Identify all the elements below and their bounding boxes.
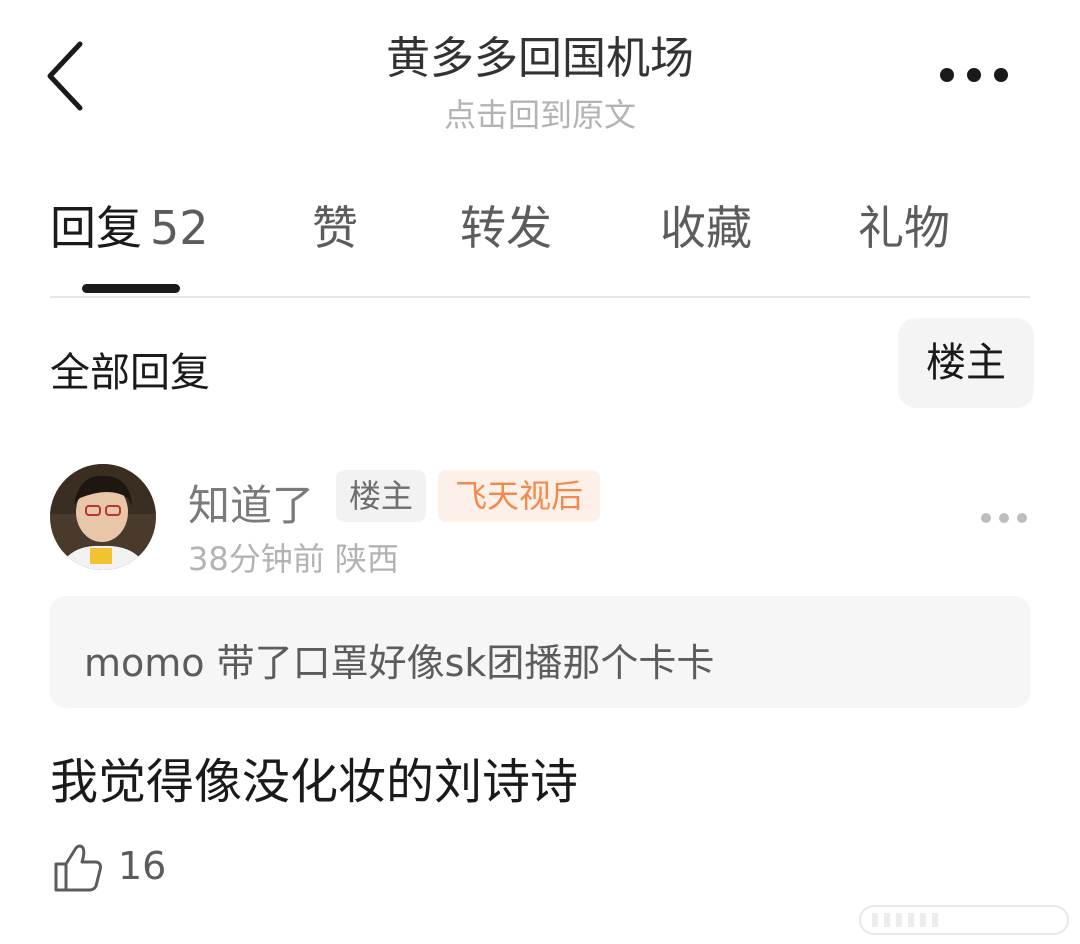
like-count: 16 [118,844,167,888]
comment-meta: 38分钟前 陕西 [188,534,399,580]
thumbs-up-icon [54,844,102,892]
user-title-badge: 飞天视后 [438,470,600,522]
comment-location: 陕西 [334,540,399,578]
comment-more-button[interactable] [976,498,1032,538]
tab-reposts[interactable]: 转发 [460,192,552,258]
comment-text: 我觉得像没化妆的刘诗诗 [50,754,579,810]
comment-time: 38分钟前 [188,540,325,578]
tab-favorites[interactable]: 收藏 [660,192,752,258]
tab-gifts[interactable]: 礼物 [858,192,950,258]
op-badge: 楼主 [336,470,426,522]
more-horizontal-icon [981,513,1027,523]
all-replies-heading: 全部回复 [50,350,210,396]
tab-bar: 回复 52 赞 转发 收藏 礼物 [50,180,1030,298]
comment-username[interactable]: 知道了 [188,472,314,533]
more-horizontal-icon [940,68,1008,82]
more-options-button[interactable] [930,50,1020,100]
avatar[interactable] [50,464,156,570]
watermark-graphic [858,900,1070,940]
tab-replies[interactable]: 回复 52 [50,192,209,258]
tab-likes[interactable]: 赞 [312,192,358,258]
page-title: 黄多多回国机场 [386,33,694,84]
quoted-reply[interactable]: momo 带了口罩好像sk团播那个卡卡 [50,596,1030,708]
avatar-image [50,464,156,570]
active-tab-indicator [82,284,180,293]
op-only-filter-button[interactable]: 楼主 [898,318,1034,408]
back-to-original-link[interactable]: 点击回到原文 [0,90,1080,136]
tab-label: 回复 [50,201,142,255]
like-button[interactable] [50,840,106,896]
comment-item: 知道了 楼主 飞天视后 38分钟前 陕西 momo 带了口罩好像sk团播那个卡卡… [0,450,1080,944]
quoted-reply-text: momo 带了口罩好像sk团播那个卡卡 [84,641,715,685]
top-bar: 黄多多回国机场 点击回到原文 [0,0,1080,160]
reply-count: 52 [150,201,209,255]
